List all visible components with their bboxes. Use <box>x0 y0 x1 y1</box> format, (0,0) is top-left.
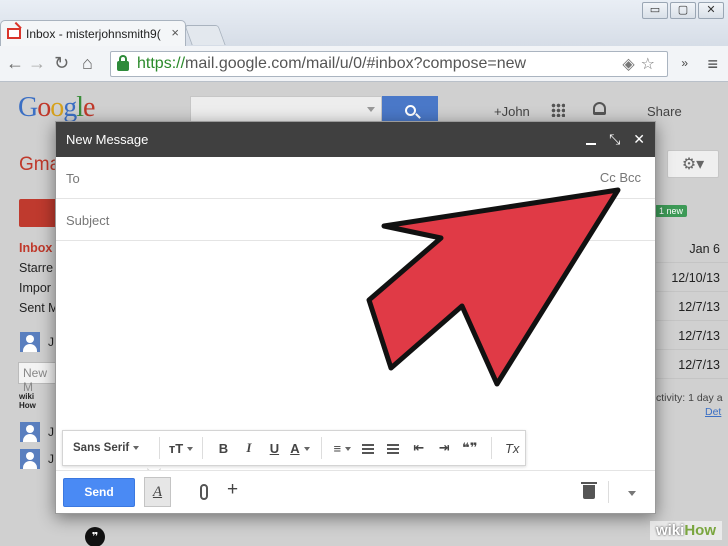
close-compose-icon[interactable]: ✕ <box>633 131 645 148</box>
minimize-compose-icon[interactable] <box>586 143 597 145</box>
maximize-window-button[interactable]: ▢ <box>670 2 696 19</box>
wikihow-watermark: wikiHow <box>649 521 722 540</box>
to-field[interactable]: To Cc Bcc <box>56 157 655 199</box>
underline-icon[interactable]: U <box>262 441 288 456</box>
mail-search-input[interactable] <box>190 96 382 124</box>
more-options-chevron-icon[interactable] <box>628 491 636 496</box>
quote-icon[interactable]: ❝❞ <box>457 440 483 456</box>
quote-hangout-icon[interactable]: ❞ <box>85 527 105 546</box>
bold-icon[interactable]: B <box>211 441 237 456</box>
align-icon[interactable]: ≡ <box>330 441 356 456</box>
apps-grid-icon[interactable] <box>551 103 565 117</box>
message-date[interactable]: 12/7/13 <box>656 321 728 350</box>
paperclip-icon[interactable] <box>200 484 208 500</box>
compose-window: New Message ⤡ ✕ To Cc Bcc Subject Sans S… <box>55 121 656 514</box>
message-date[interactable]: 12/10/13 <box>656 263 728 292</box>
tab-close-icon[interactable]: × <box>171 25 179 40</box>
contact-name[interactable]: J <box>48 335 54 349</box>
wikihow-contact-logo: wiki How <box>19 392 36 410</box>
bookmark-star-icon[interactable]: ◈☆ <box>622 54 661 74</box>
folder-sent[interactable]: Sent M <box>19 298 59 318</box>
formatting-options-icon[interactable]: A <box>144 477 171 507</box>
folder-starred[interactable]: Starre <box>19 258 59 278</box>
compose-header-controls: ⤡ ✕ <box>586 131 645 148</box>
browser-tab-inbox[interactable]: Inbox - misterjohnsmith9( × <box>0 20 186 46</box>
home-icon[interactable]: ⌂ <box>82 53 93 73</box>
compose-footer: Send A + <box>56 470 655 513</box>
indent-more-icon[interactable]: ⇥ <box>432 440 458 456</box>
folder-important[interactable]: Impor <box>19 278 59 298</box>
cc-bcc-link[interactable]: Cc Bcc <box>600 170 641 185</box>
contact-name[interactable]: J <box>48 425 54 439</box>
new-hangout-input[interactable]: New M <box>18 362 56 394</box>
message-date[interactable]: Jan 6 <box>656 234 728 263</box>
contact-name[interactable]: J <box>48 452 54 466</box>
italic-icon[interactable]: I <box>236 440 262 456</box>
google-logo[interactable]: Google <box>18 92 95 124</box>
browser-menu-icon[interactable]: ≡ <box>707 54 718 75</box>
new-mail-badge: 1 new <box>655 205 688 217</box>
address-bar[interactable]: https:// mail.google.com/mail/u/0/#inbox… <box>110 51 668 77</box>
forward-icon[interactable]: → <box>28 53 46 73</box>
folder-inbox[interactable]: Inbox <box>19 238 59 258</box>
share-button[interactable]: Share <box>647 104 682 119</box>
popout-compose-icon[interactable]: ⤡ <box>609 131 620 148</box>
extensions-overflow-icon[interactable]: » <box>681 56 688 70</box>
bulleted-list-icon[interactable] <box>381 441 407 456</box>
contact-avatar[interactable] <box>20 422 40 442</box>
font-size-icon[interactable]: тT <box>168 441 194 456</box>
add-more-icon[interactable]: + <box>227 479 238 501</box>
indent-less-icon[interactable]: ⇤ <box>406 440 432 456</box>
numbered-list-icon[interactable] <box>355 441 381 456</box>
close-window-button[interactable]: ✕ <box>698 2 724 19</box>
remove-formatting-icon[interactable]: Tx <box>499 441 525 456</box>
contact-avatar[interactable] <box>20 332 40 352</box>
font-family-select[interactable]: Sans Serif <box>73 442 151 454</box>
minimize-window-button[interactable]: ▭ <box>642 2 668 19</box>
message-date[interactable]: 12/7/13 <box>656 350 728 379</box>
notifications-bell-icon[interactable] <box>593 102 606 115</box>
trash-icon[interactable] <box>581 482 597 499</box>
formatting-toolbar: Sans Serif тT B I U A ≡ ⇤ ⇥ ❝❞ Tx <box>62 430 526 466</box>
subject-field[interactable]: Subject <box>56 199 655 241</box>
browser-toolbar: ← → ↻ ⌂ https:// mail.google.com/mail/u/… <box>0 46 728 82</box>
compose-header[interactable]: New Message ⤡ ✕ <box>56 122 655 157</box>
gmail-favicon-icon <box>7 28 21 39</box>
search-button[interactable] <box>382 96 438 124</box>
activity-details-link[interactable]: Det <box>705 406 721 418</box>
send-button[interactable]: Send <box>63 478 135 507</box>
google-plus-profile-link[interactable]: +John <box>494 104 530 119</box>
new-tab-button[interactable] <box>184 25 226 45</box>
message-body[interactable] <box>56 242 655 427</box>
mail-folder-list: Inbox Starre Impor Sent M <box>19 238 59 318</box>
to-label: To <box>66 171 80 186</box>
search-icon <box>404 104 416 116</box>
account-activity-text: ctivity: 1 day a <box>656 392 723 404</box>
reload-icon[interactable]: ↻ <box>54 53 69 73</box>
browser-titlebar: Inbox - misterjohnsmith9( × ▭ ▢ ✕ <box>0 0 728 46</box>
lock-icon <box>117 55 129 71</box>
compose-title: New Message <box>66 132 149 147</box>
url-scheme: https:// <box>137 55 186 72</box>
search-options-chevron-icon[interactable] <box>367 107 375 112</box>
back-icon[interactable]: ← <box>6 53 24 73</box>
message-dates: Jan 6 12/10/13 12/7/13 12/7/13 12/7/13 <box>656 234 728 379</box>
url-path: mail.google.com/mail/u/0/#inbox?compose=… <box>185 55 527 72</box>
subject-label: Subject <box>66 213 110 228</box>
window-controls: ▭ ▢ ✕ <box>642 2 724 19</box>
contact-avatar[interactable] <box>20 449 40 469</box>
settings-gear-icon[interactable]: ⚙▾ <box>667 150 719 178</box>
text-color-icon[interactable]: A <box>287 441 313 456</box>
tab-title: Inbox - misterjohnsmith9( <box>26 26 161 41</box>
message-date[interactable]: 12/7/13 <box>656 292 728 321</box>
gmail-app-label[interactable]: Gma <box>19 154 60 176</box>
